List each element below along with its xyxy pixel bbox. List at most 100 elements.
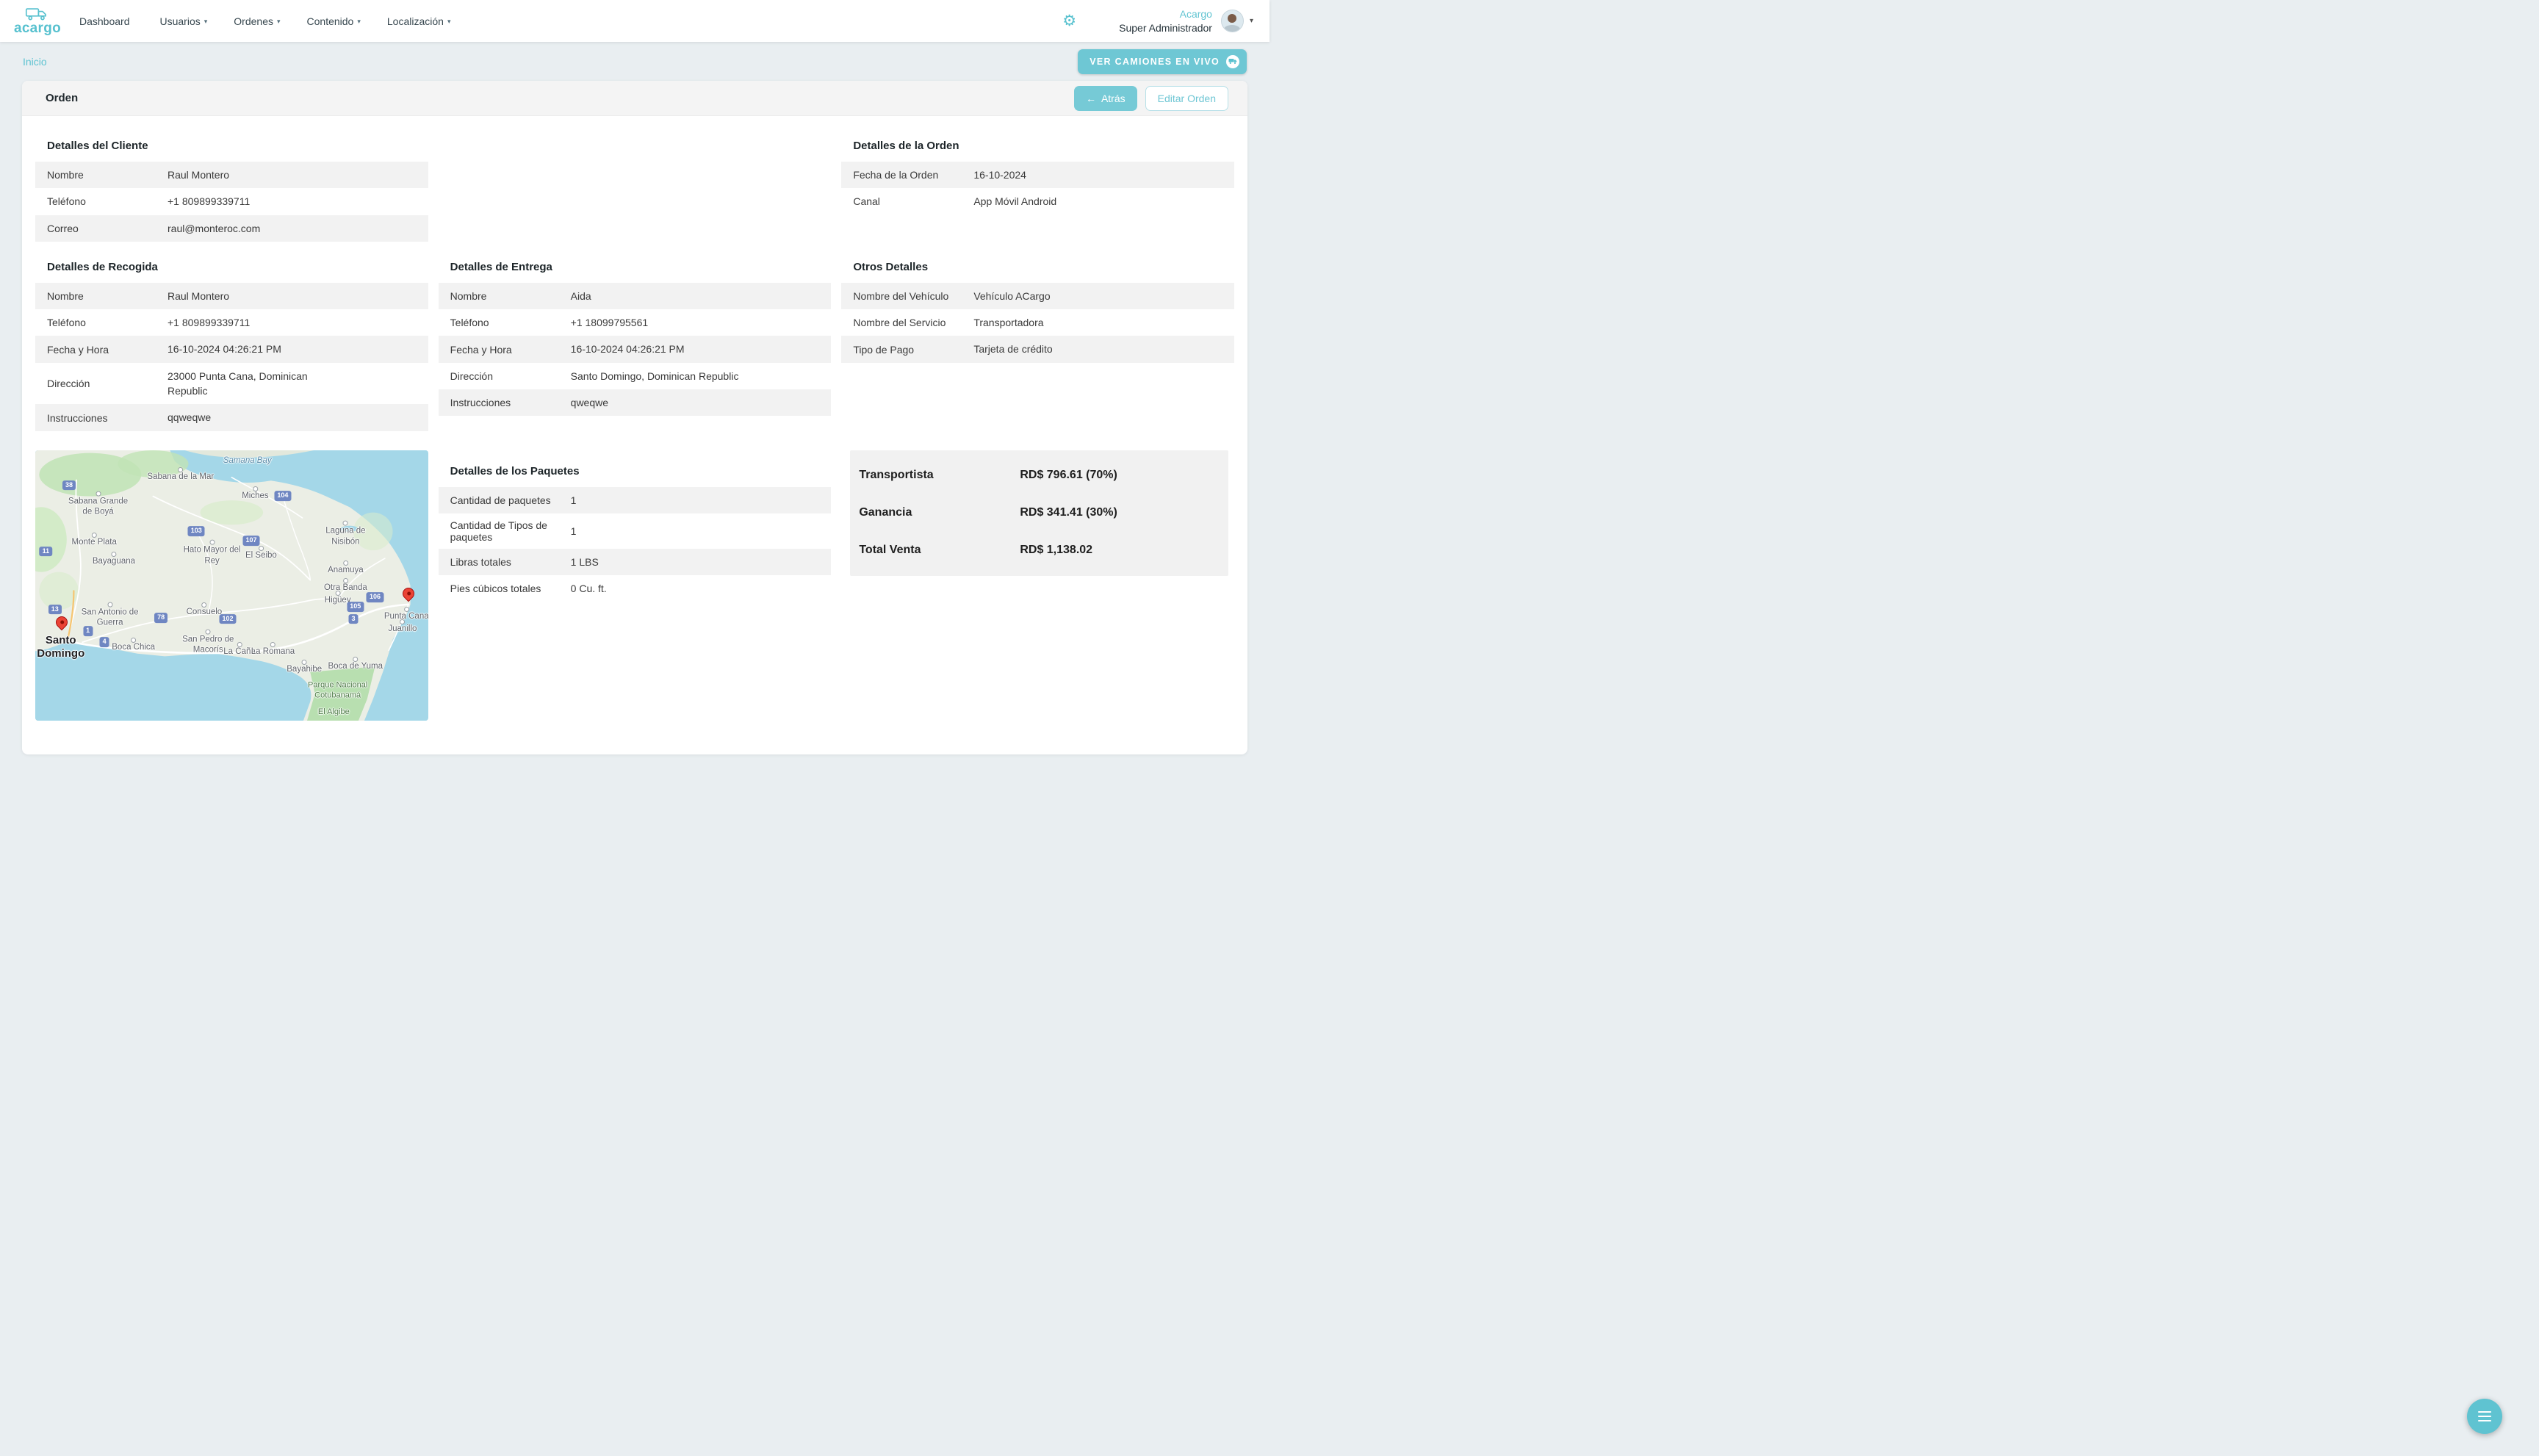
packages-section: Detalles de los Paquetes Cantidad de paq… — [438, 442, 832, 602]
live-trucks-button[interactable]: VER CAMIONES EN VIVO — [1078, 48, 1247, 74]
order-card-body: Detalles del Cliente Nombre Raul Montero… — [22, 116, 1247, 754]
row-label: Fecha de la Orden — [853, 169, 939, 181]
left-arrow-icon: ← — [1085, 92, 1096, 104]
row-label: Cantidad de paquetes — [450, 494, 551, 506]
pickup-details-table: Nombre Raul Montero Teléfono +1 80989933… — [35, 282, 428, 431]
map-section: Samana Bay Sabana de la Mar Miches Saban… — [35, 442, 428, 721]
row-value: App Móvil Android — [973, 195, 1057, 208]
row-value: +1 809899339711 — [168, 317, 251, 329]
row-label: Cantidad de Tipos de paquetes — [450, 519, 547, 543]
back-button-label: Atrás — [1101, 92, 1126, 104]
row-value: 23000 Punta Cana, Dominican Republic — [168, 370, 308, 397]
table-row: Teléfono +1 809899339711 — [35, 309, 428, 336]
total-value: RD$ 796.61 (70%) — [1020, 469, 1117, 482]
table-row: Dirección Santo Domingo, Dominican Repub… — [439, 363, 832, 389]
nav-item[interactable]: Ordenes ▾ — [234, 15, 280, 27]
map-marker-pin[interactable] — [400, 585, 417, 602]
table-row: Pies cúbicos totales 0 Cu. ft. — [439, 575, 832, 602]
logo-text: acargo — [13, 20, 62, 36]
row-value: Transportadora — [973, 317, 1044, 329]
row-label: Nombre — [47, 169, 84, 181]
gear-icon[interactable]: ⚙ — [1062, 13, 1076, 29]
user-name: Acargo — [1179, 8, 1212, 21]
section-title: Detalles de Entrega — [450, 260, 552, 273]
row-label: Nombre del Servicio — [853, 317, 946, 329]
table-row: Fecha y Hora 16-10-2024 04:26:21 PM — [35, 336, 428, 363]
total-value: RD$ 341.41 (30%) — [1020, 506, 1117, 519]
app-logo[interactable]: acargo — [13, 7, 62, 36]
nav-item-label: Contenido — [306, 15, 354, 27]
table-row: Cantidad de Tipos de paquetes 1 — [439, 513, 832, 549]
table-row: Tipo de Pago Tarjeta de crédito — [841, 336, 1234, 363]
table-row: Nombre del Vehículo Vehículo ACargo — [841, 282, 1234, 310]
user-menu[interactable]: Acargo Super Administrador — [1119, 7, 1212, 34]
total-row: Ganancia RD$ 341.41 (30%) — [850, 494, 1228, 532]
nav-item[interactable]: Usuarios ▾ — [160, 15, 208, 27]
table-row: Nombre Aida — [438, 282, 832, 310]
row-label: Nombre — [450, 290, 487, 303]
nav-item[interactable]: Localización ▾ — [387, 15, 451, 27]
nav-item[interactable]: Contenido ▾ — [307, 15, 361, 27]
delivery-details-section: Detalles de Entrega Nombre Aida Teléfono… — [438, 242, 832, 417]
table-row: Nombre del Servicio Transportadora — [841, 309, 1234, 336]
user-role: Super Administrador — [1119, 21, 1212, 34]
map-markers-layer — [35, 450, 428, 721]
total-value: RD$ 1,138.02 — [1020, 544, 1093, 557]
row-value: Santo Domingo, Dominican Republic — [570, 370, 739, 382]
map-marker-pin[interactable] — [53, 614, 71, 631]
table-row: Correo raul@monteroc.com — [35, 215, 428, 242]
main-nav: Dashboard Usuarios ▾ Ordenes ▾ Contenido… — [79, 15, 450, 27]
client-details-section: Detalles del Cliente Nombre Raul Montero… — [35, 116, 428, 242]
row-value: 1 — [570, 525, 577, 537]
table-row: Teléfono +1 18099795561 — [439, 309, 832, 336]
nav-item[interactable]: Dashboard — [79, 15, 134, 27]
row-label: Teléfono — [450, 317, 489, 329]
order-card-header: Orden ← Atrás Editar Orden — [22, 81, 1247, 116]
packages-table: Cantidad de paquetes 1 Cantidad de Tipos… — [438, 486, 832, 602]
menu-fab-button[interactable] — [2467, 1399, 2502, 1434]
total-row: Transportista RD$ 796.61 (70%) — [850, 457, 1228, 494]
row-label: Nombre del Vehículo — [853, 290, 949, 303]
row-value: Tarjeta de crédito — [973, 343, 1053, 356]
chevron-down-icon[interactable]: ▾ — [1250, 17, 1253, 25]
avatar-head — [1228, 14, 1237, 23]
table-row: Dirección 23000 Punta Cana, Dominican Re… — [35, 363, 428, 405]
row-label: Instrucciones — [450, 397, 511, 409]
row-label: Correo — [47, 222, 79, 234]
avatar[interactable] — [1220, 10, 1244, 32]
breadcrumb[interactable]: Inicio — [23, 56, 47, 68]
row-value: qweqwe — [570, 397, 609, 409]
edit-order-button[interactable]: Editar Orden — [1145, 85, 1228, 111]
table-row: Libras totales 1 LBS — [438, 548, 832, 576]
table-row: Instrucciones qqweqwe — [35, 404, 428, 431]
chevron-down-icon: ▾ — [447, 18, 451, 25]
avatar-body — [1224, 25, 1241, 32]
table-row: Nombre Raul Montero — [35, 162, 428, 189]
table-row: Fecha y Hora 16-10-2024 04:26:21 PM — [438, 336, 832, 363]
row-value: 0 Cu. ft. — [570, 583, 607, 595]
order-details-section: Detalles de la Orden Fecha de la Orden 1… — [841, 116, 1234, 215]
row-value: 1 — [570, 494, 577, 506]
row-label: Instrucciones — [47, 411, 108, 424]
live-truck-icon — [1226, 54, 1239, 68]
chevron-down-icon: ▾ — [357, 18, 361, 25]
row-value: 16-10-2024 04:26:21 PM — [168, 343, 281, 356]
back-button[interactable]: ← Atrás — [1073, 85, 1137, 111]
table-row: Nombre Raul Montero — [35, 282, 428, 310]
table-row: Cantidad de paquetes 1 — [438, 486, 832, 513]
row-value: +1 18099795561 — [570, 317, 649, 329]
breadcrumb-row: Inicio VER CAMIONES EN VIVO — [0, 42, 1270, 81]
order-details-table: Fecha de la Orden 16-10-2024 Canal App M… — [841, 162, 1234, 215]
map[interactable]: Samana Bay Sabana de la Mar Miches Saban… — [35, 450, 428, 721]
row-label: Teléfono — [47, 195, 86, 208]
section-title: Detalles de Recogida — [47, 260, 158, 273]
table-row: Instrucciones qweqwe — [438, 389, 832, 417]
row-value: raul@monteroc.com — [168, 222, 261, 234]
table-row: Teléfono +1 809899339711 — [35, 188, 428, 215]
other-details-section: Otros Detalles Nombre del Vehículo Vehíc… — [841, 242, 1234, 363]
row-value: qqweqwe — [168, 411, 212, 424]
client-details-table: Nombre Raul Montero Teléfono +1 80989933… — [35, 162, 428, 242]
row-label: Dirección — [47, 378, 90, 390]
totals-block: Transportista RD$ 796.61 (70%) Ganancia … — [850, 450, 1228, 576]
row-label: Teléfono — [47, 317, 86, 329]
